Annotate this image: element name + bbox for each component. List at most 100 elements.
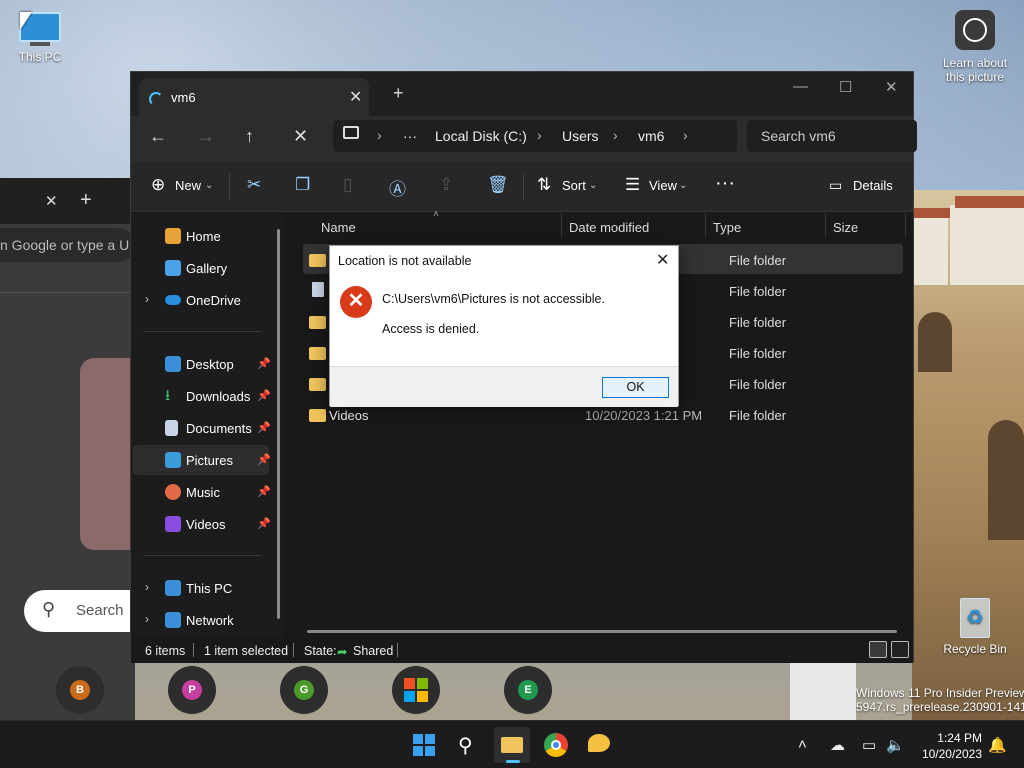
sidebar-item-label: This PC <box>186 581 233 596</box>
rename-icon[interactable]: Ⓐ <box>389 175 406 200</box>
chevron-down-icon: ⌄ <box>679 180 688 191</box>
ok-button[interactable]: OK <box>602 377 669 398</box>
volume-muted-icon[interactable]: 🔈 <box>886 736 905 754</box>
sort-icon: ⇅ <box>537 175 552 194</box>
sidebar-item-home[interactable]: Home <box>133 221 269 251</box>
google-search-box[interactable]: ⚲ Search <box>24 590 144 632</box>
pin-icon[interactable]: 📌 <box>257 357 271 370</box>
new-tab-icon[interactable]: + <box>393 84 404 102</box>
pin-icon[interactable]: 📌 <box>257 517 271 530</box>
maximize-icon[interactable]: ☐ <box>839 78 852 96</box>
sidebar-item-network[interactable]: › Network <box>133 605 269 635</box>
wallpaper-arch <box>918 312 952 372</box>
share-icon[interactable]: ⇪ <box>439 175 453 195</box>
delete-icon[interactable]: 🗑 <box>487 175 509 195</box>
breadcrumb-chevron-icon[interactable]: › <box>377 127 382 143</box>
shortcut-tile[interactable]: E <box>504 666 552 714</box>
taskbar-search-button[interactable]: ⚲ <box>450 727 486 763</box>
sidebar-item-this-pc[interactable]: › This PC <box>133 573 269 603</box>
search-input[interactable]: Search vm6 <box>747 120 917 152</box>
breadcrumb-chevron-icon[interactable]: › <box>613 127 618 143</box>
sidebar-item-gallery[interactable]: Gallery <box>133 253 269 283</box>
breadcrumb-item-local-disk[interactable]: Local Disk (C:) <box>435 128 527 144</box>
taskbar-feedback-app[interactable] <box>582 727 618 763</box>
expand-chevron-icon[interactable]: › <box>145 580 149 594</box>
file-type: File folder <box>729 408 787 423</box>
onedrive-tray-icon[interactable]: ☁ <box>830 736 845 754</box>
start-button[interactable] <box>406 727 442 763</box>
column-separator[interactable] <box>561 213 562 237</box>
breadcrumb-overflow-icon[interactable]: ··· <box>403 128 417 144</box>
browser-new-tab-icon[interactable]: + <box>80 189 92 212</box>
taskbar-clock[interactable]: 1:24 PM 10/20/2023 <box>912 730 982 762</box>
sidebar-item-desktop[interactable]: Desktop 📌 <box>133 349 271 379</box>
sidebar-scrollbar[interactable] <box>277 229 280 619</box>
recycle-bin-icon[interactable]: ♻ Recycle Bin <box>942 598 1008 656</box>
pin-icon[interactable]: 📌 <box>257 389 271 402</box>
new-button[interactable]: New <box>175 178 201 193</box>
file-type: File folder <box>729 377 787 392</box>
window-close-icon[interactable]: ✕ <box>885 78 898 96</box>
this-pc-desktop-icon[interactable]: This PC <box>10 10 70 64</box>
more-options-icon[interactable]: ··· <box>715 172 735 195</box>
view-button[interactable]: View <box>649 178 677 193</box>
column-header-name[interactable]: Name <box>321 220 356 235</box>
paste-icon[interactable]: ▯ <box>343 175 352 195</box>
up-arrow-icon[interactable]: ↑ <box>245 126 254 147</box>
sidebar-item-music[interactable]: Music 📌 <box>133 477 271 507</box>
expand-chevron-icon[interactable]: › <box>145 612 149 626</box>
show-hidden-icons-icon[interactable]: ˄ <box>798 736 807 753</box>
expand-chevron-icon[interactable]: › <box>145 292 149 306</box>
error-icon: ✕ <box>340 286 372 318</box>
column-separator[interactable] <box>705 213 706 237</box>
column-separator[interactable] <box>825 213 826 237</box>
large-icons-view-icon[interactable] <box>891 641 909 658</box>
sort-button[interactable]: Sort <box>562 178 586 193</box>
tab-close-icon[interactable]: ✕ <box>349 87 362 107</box>
taskbar-file-explorer[interactable] <box>494 727 530 763</box>
file-type: File folder <box>729 346 787 361</box>
stop-loading-icon[interactable]: ✕ <box>293 126 308 147</box>
taskbar-chrome[interactable] <box>538 727 574 763</box>
breadcrumb[interactable]: › ··· Local Disk (C:) › Users › vm6 › <box>333 120 737 152</box>
explorer-tab[interactable]: vm6 ✕ <box>139 78 369 116</box>
minimize-icon[interactable]: — <box>793 78 808 95</box>
copy-icon[interactable]: ❐ <box>295 175 310 195</box>
browser-address-bar[interactable]: n Google or type a URL <box>0 228 135 262</box>
column-header-type[interactable]: Type <box>713 220 741 235</box>
pin-icon[interactable]: 📌 <box>257 453 271 466</box>
shortcut-tile[interactable]: P <box>168 666 216 714</box>
details-view-icon[interactable] <box>869 641 887 658</box>
shortcut-tile[interactable]: G <box>280 666 328 714</box>
sidebar-item-onedrive[interactable]: › OneDrive <box>133 285 269 315</box>
video-icon <box>165 516 181 532</box>
pin-icon[interactable]: 📌 <box>257 421 271 434</box>
learn-about-picture-icon[interactable]: Learn about this picture <box>938 10 1012 84</box>
column-separator[interactable] <box>905 213 906 237</box>
shortcut-tile[interactable] <box>392 666 440 714</box>
breadcrumb-chevron-icon[interactable]: › <box>537 127 542 143</box>
sidebar-item-downloads[interactable]: ⭳ Downloads 📌 <box>133 381 271 411</box>
notification-bell-icon[interactable]: 🔔 <box>988 736 1007 754</box>
breadcrumb-item-vm6[interactable]: vm6 <box>638 128 664 144</box>
details-button[interactable]: Details <box>853 178 893 193</box>
back-arrow-icon[interactable]: ← <box>149 126 167 147</box>
dialog-close-icon[interactable]: ✕ <box>656 250 669 270</box>
this-pc-desktop-label: This PC <box>18 50 62 64</box>
this-pc-monitor-icon[interactable] <box>343 126 359 139</box>
network-tray-icon[interactable]: ▭ <box>862 736 876 754</box>
cut-icon[interactable]: ✂ <box>247 175 261 195</box>
breadcrumb-chevron-icon[interactable]: › <box>683 127 688 143</box>
sidebar-item-pictures[interactable]: Pictures 📌 <box>133 445 271 475</box>
breadcrumb-item-users[interactable]: Users <box>562 128 599 144</box>
sidebar-item-documents[interactable]: Documents 📌 <box>133 413 271 443</box>
shortcut-tile[interactable]: B <box>56 666 104 714</box>
column-header-date-modified[interactable]: Date modified <box>569 220 649 235</box>
horizontal-scrollbar[interactable] <box>307 630 897 633</box>
sidebar-item-videos[interactable]: Videos 📌 <box>133 509 271 539</box>
browser-tab-close-icon[interactable]: ✕ <box>45 192 58 210</box>
forward-arrow-icon[interactable]: → <box>197 126 215 147</box>
pin-icon[interactable]: 📌 <box>257 485 271 498</box>
camera-lens-icon <box>955 10 995 50</box>
column-header-size[interactable]: Size <box>833 220 858 235</box>
